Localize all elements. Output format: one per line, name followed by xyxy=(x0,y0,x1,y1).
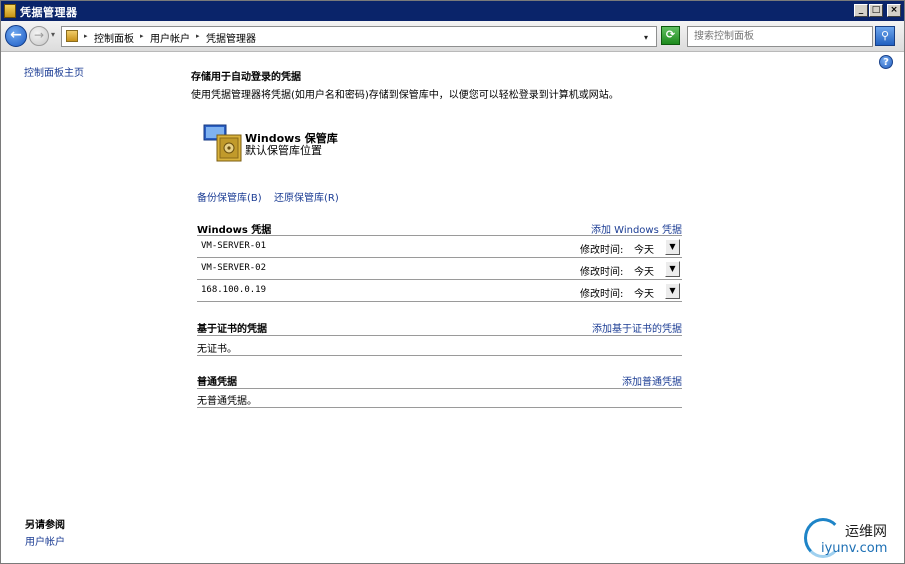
certificate-credentials-heading: 基于证书的凭据 xyxy=(197,324,267,335)
main-content: 存储用于自动登录的凭据 使用凭据管理器将凭据(如用户名和密码)存储到保管库中，以… xyxy=(191,53,881,503)
add-certificate-credential-link[interactable]: 添加基于证书的凭据 xyxy=(592,320,682,335)
breadcrumb-separator-icon[interactable]: ▸ xyxy=(84,32,88,40)
modified-value: 今天 xyxy=(634,289,654,300)
search-button[interactable]: ⚲ xyxy=(875,26,895,46)
add-generic-credential-link[interactable]: 添加普通凭据 xyxy=(622,373,682,388)
expand-chevron-icon[interactable]: ▼ xyxy=(665,239,680,255)
modified-label: 修改时间: xyxy=(580,245,624,256)
expand-chevron-icon[interactable]: ▼ xyxy=(665,283,680,299)
control-panel-icon xyxy=(66,30,78,42)
modified-label: 修改时间: xyxy=(580,289,624,300)
windows-credentials-heading: Windows 凭据 xyxy=(197,225,272,236)
left-pane: 控制面板主页 另请参阅 用户帐户 xyxy=(1,53,176,563)
address-dropdown-icon[interactable]: ▾ xyxy=(644,33,648,42)
breadcrumb-credential-manager[interactable]: 凭据管理器 xyxy=(206,30,256,45)
credential-row[interactable]: VM-SERVER-01 修改时间: 今天 ▼ xyxy=(197,236,682,258)
row-divider xyxy=(197,301,682,302)
restore-vault-link[interactable]: 还原保管库(R) xyxy=(274,189,339,204)
control-panel-home-link[interactable]: 控制面板主页 xyxy=(24,64,84,79)
credential-manager-window: 凭据管理器 _ □ × ← → ▾ ▸ 控制面板 ▸ 用户帐户 ▸ 凭据管理器 … xyxy=(0,0,905,564)
breadcrumb-separator-icon[interactable]: ▸ xyxy=(140,32,144,40)
watermark-url: iyunv.com xyxy=(821,541,888,556)
generic-credentials-heading: 普通凭据 xyxy=(197,377,237,388)
search-box[interactable] xyxy=(687,26,873,47)
history-dropdown-icon[interactable]: ▾ xyxy=(51,30,55,39)
address-toolbar: ← → ▾ ▸ 控制面板 ▸ 用户帐户 ▸ 凭据管理器 ▾ ⟳ ⚲ xyxy=(1,21,904,52)
credential-name: 168.100.0.19 xyxy=(201,285,267,295)
search-input[interactable] xyxy=(690,29,868,44)
no-certificates-text: 无证书。 xyxy=(197,344,237,355)
vault-icon xyxy=(203,124,242,162)
minimize-button[interactable]: _ xyxy=(854,4,868,17)
watermark-logo: 运维网 iyunv.com xyxy=(801,515,901,561)
close-button[interactable]: × xyxy=(887,4,901,17)
modified-value: 今天 xyxy=(634,245,654,256)
see-also-heading: 另请参阅 xyxy=(25,520,65,531)
help-button[interactable]: ? xyxy=(879,55,893,69)
user-accounts-link[interactable]: 用户帐户 xyxy=(25,533,65,548)
section-divider xyxy=(197,335,682,336)
maximize-button[interactable]: □ xyxy=(869,4,883,17)
breadcrumb-control-panel[interactable]: 控制面板 xyxy=(94,30,134,45)
credential-name: VM-SERVER-01 xyxy=(201,241,267,251)
breadcrumb-user-accounts[interactable]: 用户帐户 xyxy=(150,30,190,45)
section-divider xyxy=(197,388,682,389)
vault-subtitle: 默认保管库位置 xyxy=(245,144,322,157)
page-description: 使用凭据管理器将凭据(如用户名和密码)存储到保管库中，以便您可以轻松登录到计算机… xyxy=(191,90,619,101)
add-windows-credential-link[interactable]: 添加 Windows 凭据 xyxy=(591,221,682,236)
page-title: 存储用于自动登录的凭据 xyxy=(191,72,301,83)
credential-name: VM-SERVER-02 xyxy=(201,263,267,273)
forward-button[interactable]: → xyxy=(29,26,49,46)
breadcrumb[interactable]: ▸ 控制面板 ▸ 用户帐户 ▸ 凭据管理器 ▾ xyxy=(61,26,657,47)
modified-label: 修改时间: xyxy=(580,267,624,278)
modified-value: 今天 xyxy=(634,267,654,278)
window-title: 凭据管理器 xyxy=(20,6,78,19)
expand-chevron-icon[interactable]: ▼ xyxy=(665,261,680,277)
title-bar[interactable]: 凭据管理器 _ □ × xyxy=(1,1,904,21)
app-icon xyxy=(4,4,16,18)
breadcrumb-separator-icon[interactable]: ▸ xyxy=(196,32,200,40)
refresh-button[interactable]: ⟳ xyxy=(661,26,680,45)
section-divider xyxy=(197,355,682,356)
no-generic-credentials-text: 无普通凭据。 xyxy=(197,396,257,407)
watermark-text: 运维网 xyxy=(845,524,887,540)
back-button[interactable]: ← xyxy=(5,25,27,47)
credential-row[interactable]: VM-SERVER-02 修改时间: 今天 ▼ xyxy=(197,258,682,280)
credential-row[interactable]: 168.100.0.19 修改时间: 今天 ▼ xyxy=(197,280,682,302)
backup-vault-link[interactable]: 备份保管库(B) xyxy=(197,189,262,204)
section-divider xyxy=(197,407,682,408)
